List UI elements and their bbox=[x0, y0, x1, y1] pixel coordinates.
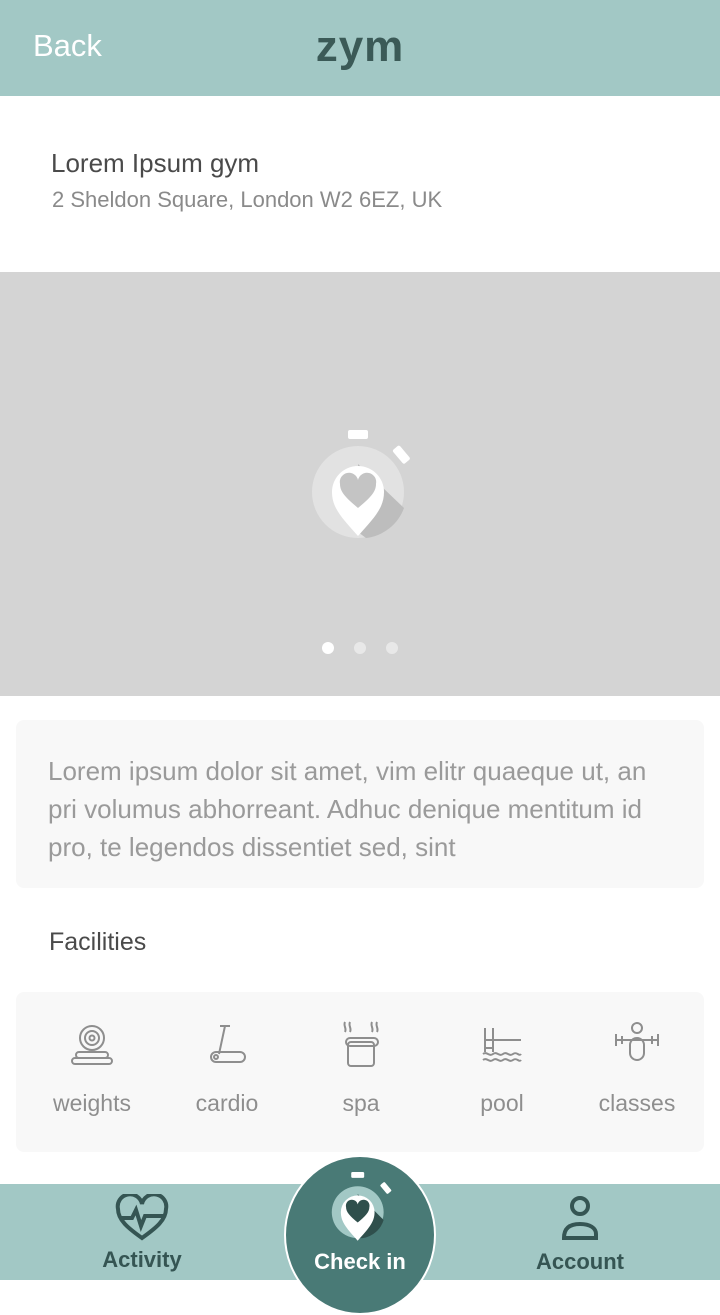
treadmill-icon bbox=[210, 1025, 246, 1063]
carousel-dots bbox=[0, 642, 720, 654]
nav-activity[interactable]: Activity bbox=[92, 1192, 192, 1273]
facilities-title: Facilities bbox=[49, 928, 147, 956]
classes-icon bbox=[615, 1022, 659, 1061]
facility-spa[interactable]: spa bbox=[301, 1020, 421, 1117]
heart-pulse-icon bbox=[115, 1192, 169, 1241]
gym-address: 2 Sheldon Square, London W2 6EZ, UK bbox=[52, 187, 443, 212]
stopwatch-heart-pin-icon bbox=[312, 430, 410, 538]
account-icon bbox=[561, 1196, 598, 1240]
facility-pool[interactable]: pool bbox=[442, 1020, 562, 1117]
carousel-dot[interactable] bbox=[386, 642, 398, 654]
gym-name: Lorem Ipsum gym bbox=[51, 148, 260, 178]
facilities-panel: weights cardio spa pool classes bbox=[16, 992, 704, 1152]
carousel-dot[interactable] bbox=[322, 642, 334, 654]
facility-cardio[interactable]: cardio bbox=[167, 1020, 287, 1117]
app-logo: zym bbox=[315, 22, 405, 71]
carousel-dot[interactable] bbox=[354, 642, 366, 654]
stopwatch-heart-pin-icon bbox=[331, 1172, 392, 1241]
checkin-button[interactable]: Check in bbox=[284, 1155, 436, 1315]
pool-icon bbox=[482, 1028, 522, 1062]
header: Back zym bbox=[0, 0, 720, 96]
facility-weights[interactable]: weights bbox=[32, 1020, 152, 1117]
weights-icon bbox=[71, 1025, 113, 1065]
spa-icon bbox=[343, 1021, 379, 1067]
facility-classes[interactable]: classes bbox=[577, 1020, 697, 1117]
nav-account[interactable]: Account bbox=[530, 1194, 630, 1275]
gym-description: Lorem ipsum dolor sit amet, vim elitr qu… bbox=[16, 720, 704, 888]
